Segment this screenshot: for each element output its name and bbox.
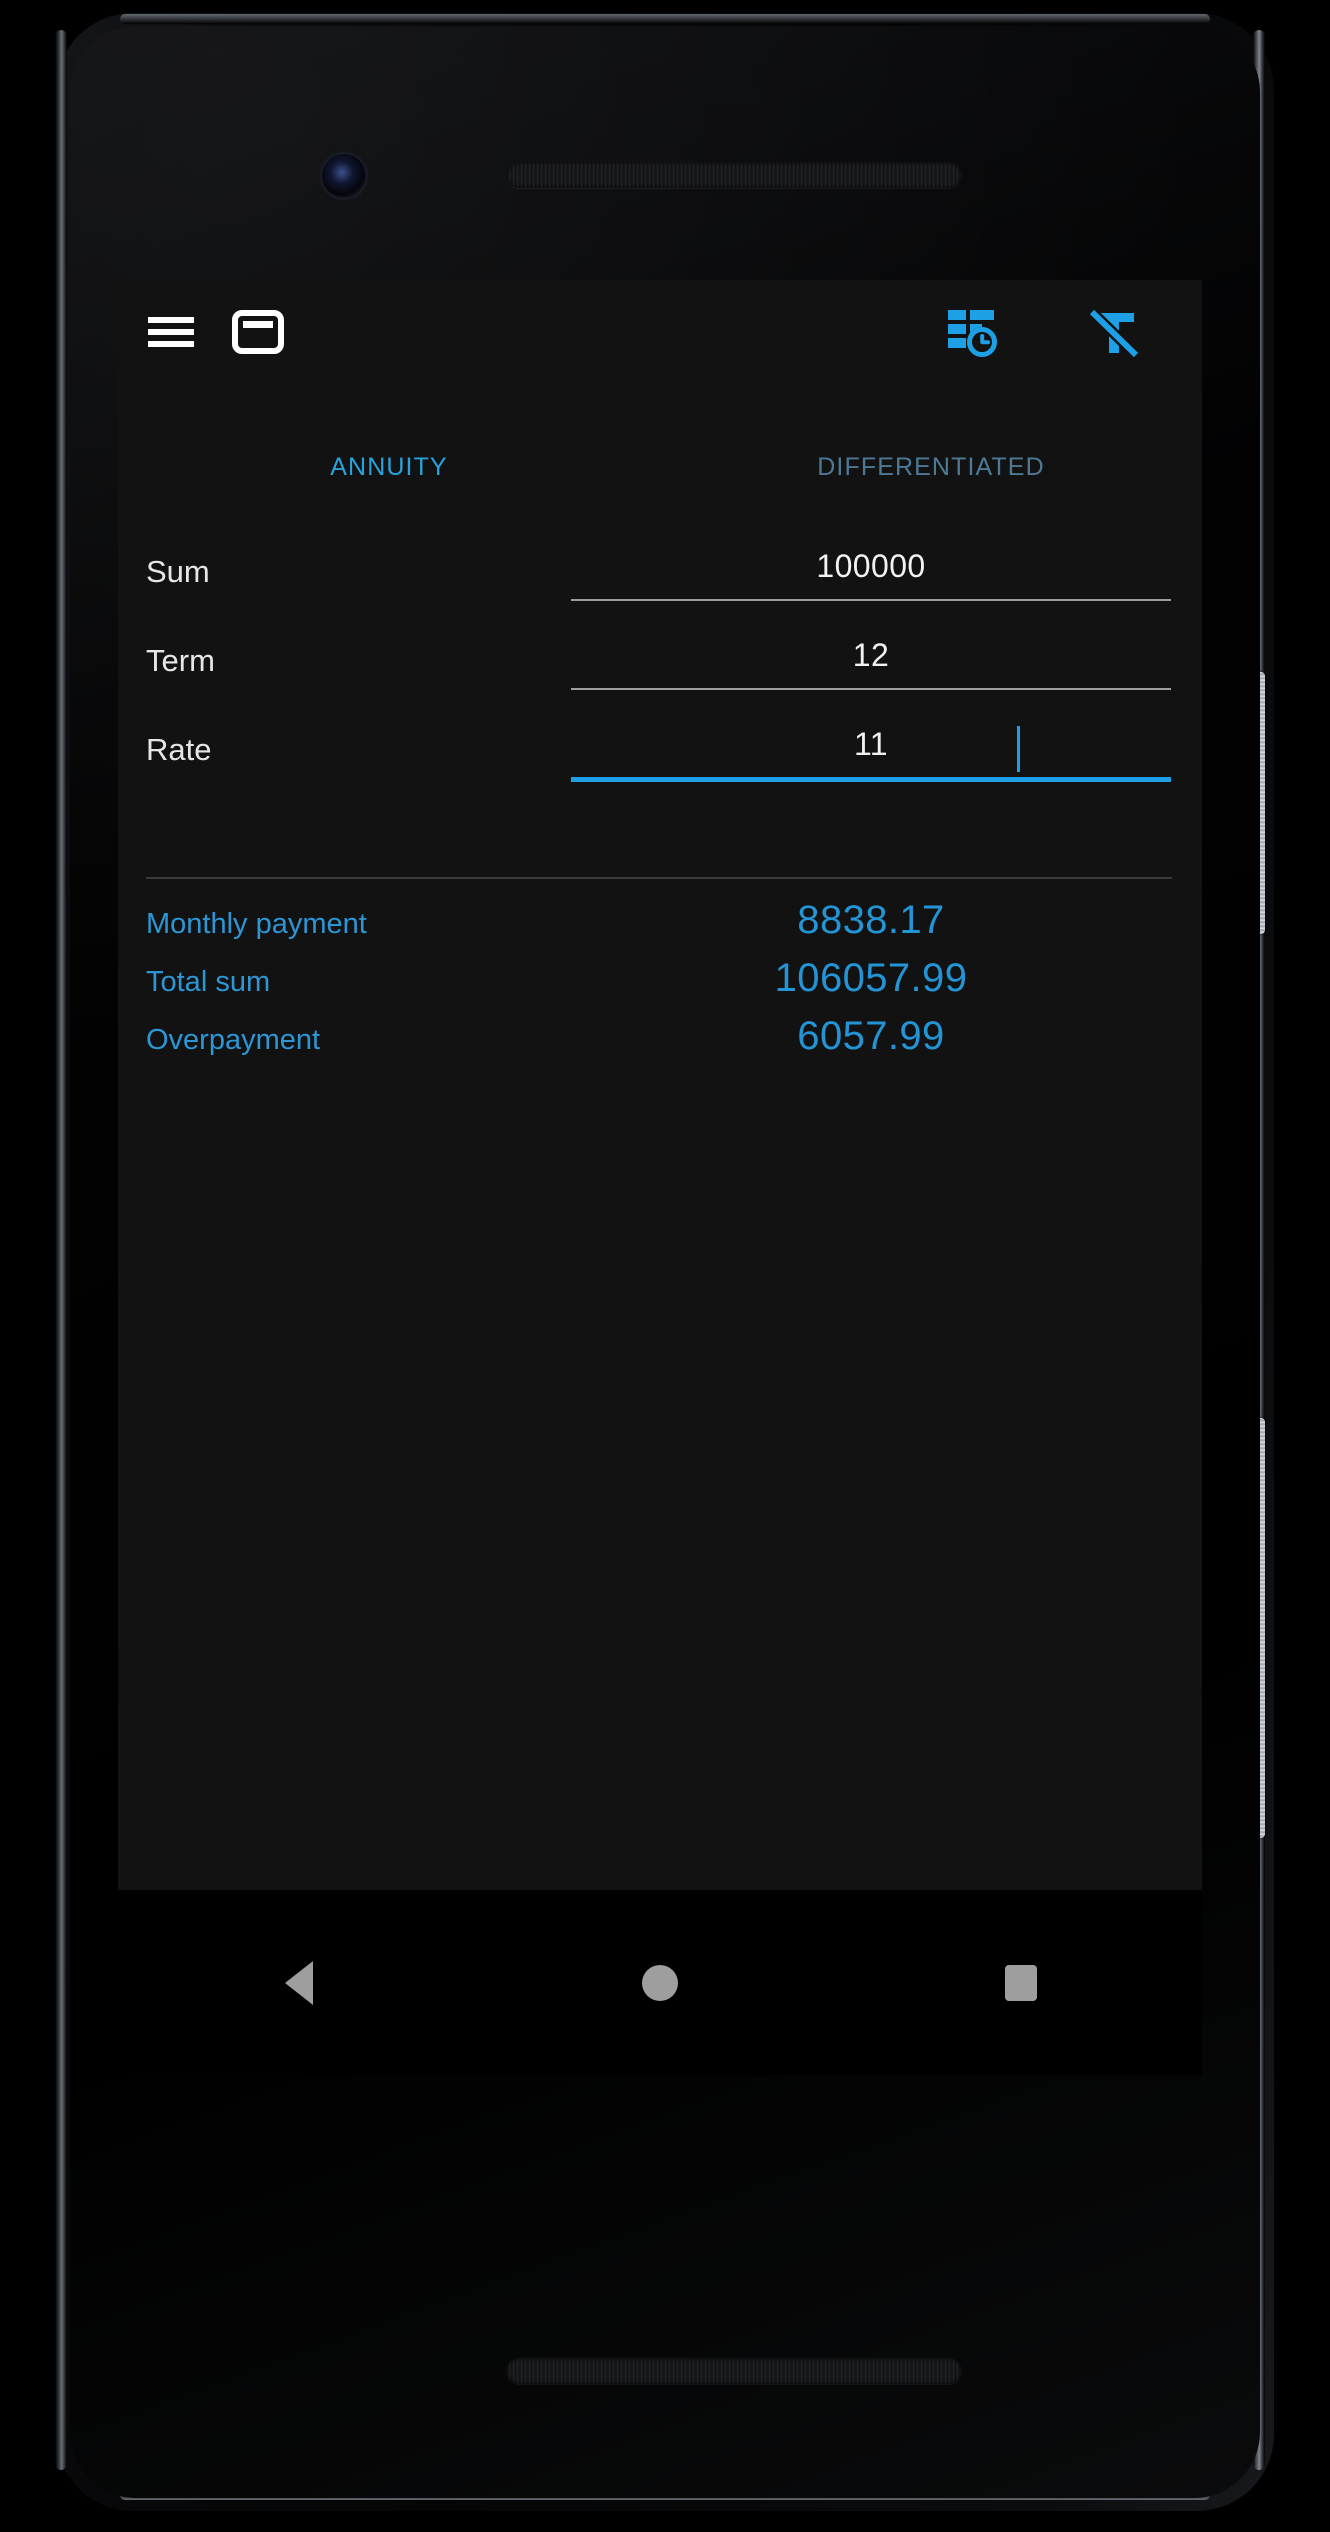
sum-input-underline: [571, 599, 1171, 601]
toolbar-right-actions: [944, 304, 1140, 360]
nav-recents-button[interactable]: [946, 1933, 1096, 2033]
result-label-overpayment: Overpayment: [146, 1024, 321, 1056]
back-triangle-icon: [284, 1960, 313, 2005]
result-row-monthly-payment: Monthly payment 8838.17: [118, 898, 1202, 958]
recents-square-icon: [1005, 1964, 1038, 2001]
android-navigation-bar: [118, 1890, 1202, 2075]
credit-card-icon: [232, 310, 284, 354]
calculator-mode-tabs: ANNUITY DIFFERENTIATED: [118, 428, 1202, 506]
proximity-sensor: [694, 80, 768, 108]
text-cursor-caret: [1017, 726, 1020, 772]
result-value-overpayment: 6057.99: [797, 1014, 945, 1058]
field-input-wrap-rate: [571, 726, 1171, 782]
nav-home-button[interactable]: [585, 1933, 735, 2033]
field-input-wrap-sum: [571, 548, 1171, 601]
results-divider: [146, 877, 1172, 879]
result-row-total-sum: Total sum 106057.99: [118, 956, 1202, 1016]
app-surface: ANNUITY DIFFERENTIATED Sum Term: [118, 280, 1202, 1890]
rate-input[interactable]: [571, 726, 1171, 777]
tab-annuity[interactable]: ANNUITY: [118, 428, 660, 506]
bottom-speaker-grille: [506, 2358, 962, 2384]
field-row-sum: Sum: [118, 542, 1202, 631]
phone-top-rail: [120, 14, 1210, 24]
clear-format-icon: [1086, 305, 1140, 359]
hamburger-menu-button[interactable]: [148, 315, 194, 349]
rate-input-underline: [571, 777, 1171, 782]
loan-input-fields: Sum Term Rate: [118, 542, 1202, 809]
field-input-wrap-term: [571, 637, 1171, 690]
payment-schedule-button[interactable]: [944, 304, 1000, 360]
toolbar-left-actions: [148, 310, 284, 354]
field-row-rate: Rate: [118, 720, 1202, 809]
home-circle-icon: [641, 1964, 678, 2001]
field-label-sum: Sum: [146, 554, 210, 589]
front-camera-icon: [322, 154, 366, 198]
payment-schedule-table-clock-icon: [944, 304, 1000, 360]
field-label-term: Term: [146, 643, 215, 678]
earpiece-speaker-grille: [506, 162, 962, 188]
phone-screen: ANNUITY DIFFERENTIATED Sum Term: [118, 280, 1202, 2075]
screenshot-stage: ANNUITY DIFFERENTIATED Sum Term: [0, 0, 1330, 2532]
calculation-results: Monthly payment 8838.17 Total sum 106057…: [118, 898, 1202, 1074]
result-label-monthly-payment: Monthly payment: [146, 908, 367, 940]
tab-differentiated[interactable]: DIFFERENTIATED: [660, 428, 1202, 506]
nav-back-button[interactable]: [224, 1933, 374, 2033]
sum-input[interactable]: [571, 548, 1171, 599]
clear-fields-button[interactable]: [1086, 305, 1140, 359]
result-row-overpayment: Overpayment 6057.99: [118, 1014, 1202, 1074]
result-value-monthly-payment: 8838.17: [797, 898, 945, 942]
term-input[interactable]: [571, 637, 1171, 688]
hamburger-menu-icon: [148, 315, 194, 349]
app-toolbar: [118, 280, 1202, 410]
result-value-total-sum: 106057.99: [774, 956, 968, 1000]
term-input-underline: [571, 688, 1171, 690]
field-label-rate: Rate: [146, 732, 212, 767]
field-row-term: Term: [118, 631, 1202, 720]
credit-card-button[interactable]: [232, 310, 284, 354]
result-label-total-sum: Total sum: [146, 966, 271, 998]
